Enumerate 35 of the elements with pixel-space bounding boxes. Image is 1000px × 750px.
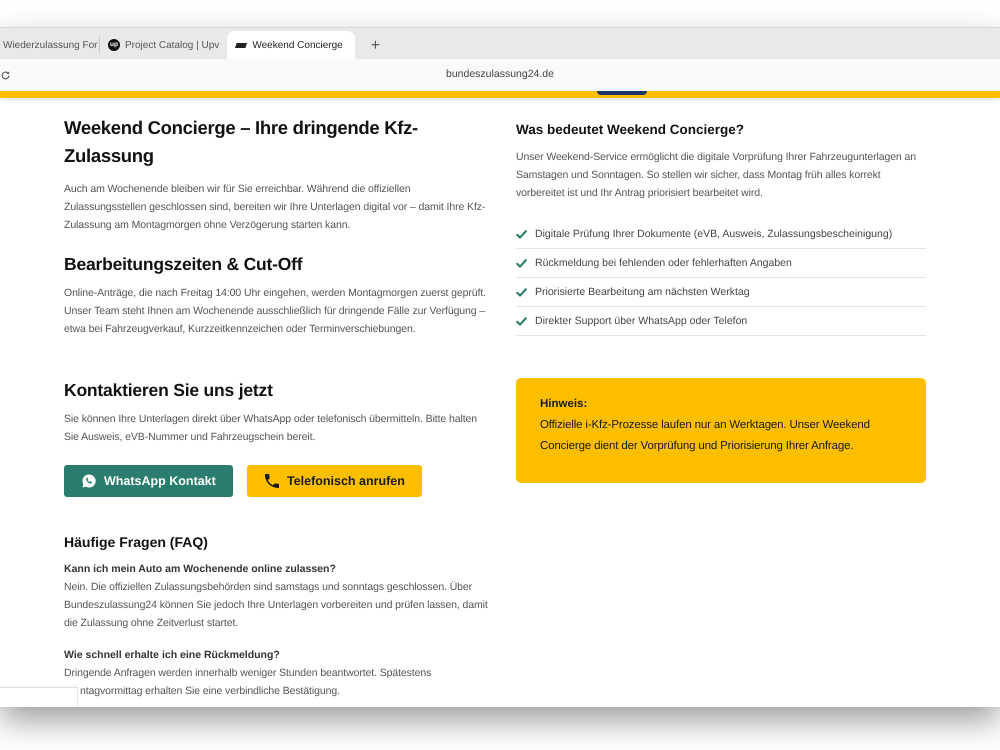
- check-icon: [516, 230, 527, 238]
- feature-text: Digitale Prüfung Ihrer Dokumente (eVB, Ausweis, Zulassungsbescheinigung): [535, 227, 892, 242]
- notice-title: Hinweis:: [540, 397, 588, 412]
- header-button[interactable]: [597, 91, 647, 95]
- phone-icon: [265, 474, 279, 488]
- page-title: Weekend Concierge – Ihre dringende Kfz-Zulassung: [64, 116, 419, 168]
- faq-heading: Häufige Fragen (FAQ): [64, 533, 209, 552]
- section-heading: Bearbeitungszeiten & Cut-Off: [64, 253, 304, 276]
- check-icon: [516, 288, 527, 296]
- faq-question: Wie schnell erhalte ich eine Rückmeldung?: [64, 648, 281, 663]
- browser-tab[interactable]: Wiederzulassung For: [0, 31, 99, 59]
- check-icon: [516, 258, 527, 268]
- faq-answer: Nein. Die offiziellen Zulassungsbehörden sind samstags und sonntags geschlossen. Über Bundeszulassung24 können Sie jedoch Ihre Unterlagen vorbereiten und prüfen lassen, damit die Zulassung ohne Zeitverlust startet.: [64, 580, 489, 631]
- reload-icon: [1, 70, 10, 80]
- intro-text: Auch am Wochenende bleiben wir für Sie erreichbar. Während die offiziellen Zulassungsstellen geschlossen sind, bereiten wir Ihre Unterlagen digital vor – damit Ihre Kfz-Zulassung am Montagmorgen ohne Verzögerung starten kann.: [64, 182, 486, 233]
- check-icon: [516, 316, 527, 326]
- contact-text: Sie können Ihre Unterlagen direkt über WhatsApp oder telefonisch übermitteln. Bitte halten Sie Ausweis, eVB-Nummer und Fahrzeugschein bereit.: [64, 412, 478, 445]
- feature-text: Priorisierte Bearbeitung am nächsten Werktag: [535, 285, 750, 300]
- chat-phone-icon: [82, 474, 96, 488]
- call-button[interactable]: Telefonisch anrufen: [247, 465, 422, 497]
- section-heading: Kontaktieren Sie uns jetzt: [64, 379, 274, 402]
- new-tab-button[interactable]: +: [364, 38, 386, 54]
- faq-question: Kann ich mein Auto am Wochenende online zulassen?: [64, 562, 337, 577]
- hours-text: Online-Anträge, die nach Freitag 14:00 Uhr eingehen, werden Montagmorgen zuerst geprüft. Unser Team steht Ihnen am Wochenende ausschließlich für dringende Fälle zur Verfügung – etwa bei Fahrzeugverkauf, Kurzzeitkennzeichen oder Terminverschiebungen.: [64, 286, 487, 337]
- faq-answer: ntagvormittag erhalten Sie eine verbindliche Bestätigung.: [80, 684, 341, 699]
- slanted-bar-icon: [235, 42, 248, 48]
- feature-text: Rückmeldung bei fehlenden oder fehlerhaften Angaben: [535, 256, 792, 271]
- address-field[interactable]: bundeszulassung24.de: [446, 67, 554, 83]
- feature-text: Direkter Support über WhatsApp oder Telefon: [535, 314, 748, 329]
- whatsapp-button[interactable]: WhatsApp Kontakt: [64, 465, 233, 497]
- section-heading: Was bedeutet Weekend Concierge?: [516, 121, 746, 139]
- notice-text: Offizielle i-Kfz-Prozesse laufen nur an Werktagen. Unser Weekend Concierge dient der Vorprüfung und Priorisierung Ihrer Anfrage.: [540, 418, 871, 454]
- about-text: Unser Weekend-Service ermöglicht die digitale Vorprüfung Ihrer Fahrzeugunterlagen an Samstagen und Sonntagen. So stellen wir sicher, dass Montag früh alles korrekt vorbereitet ist und Ihr Antrag priorisiert bearbeitet wird.: [516, 150, 917, 201]
- browser-tab[interactable]: Weekend Concierge: [227, 31, 355, 59]
- faq-answer: Dringende Anfragen werden innerhalb weniger Stunden beantwortet. Spätestens: [64, 666, 432, 681]
